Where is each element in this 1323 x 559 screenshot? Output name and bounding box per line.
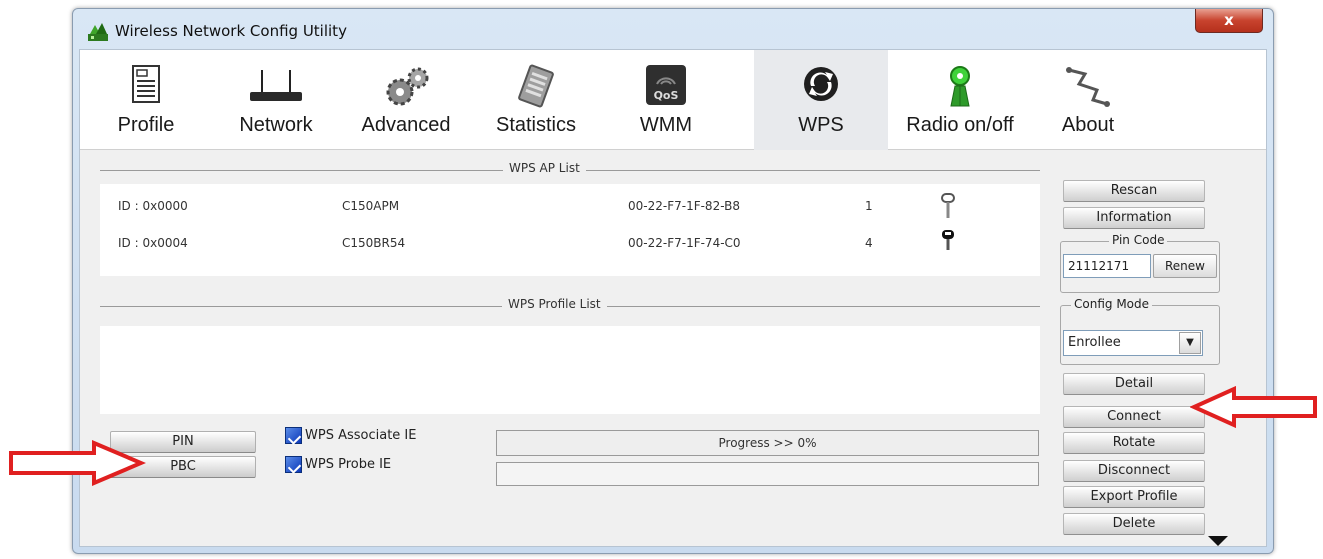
title-bar[interactable]: Wireless Network Config Utility x — [73, 9, 1273, 49]
wireless-app-icon — [88, 23, 108, 41]
renew-button[interactable]: Renew — [1153, 254, 1217, 278]
tab-radio-on-off[interactable]: Radio on/off — [892, 50, 1028, 150]
pin-code-field[interactable]: 21112171 — [1063, 254, 1151, 278]
rotate-button[interactable]: Rotate — [1063, 432, 1205, 454]
config-mode-select[interactable]: Enrollee ▼ — [1063, 330, 1203, 356]
annotation-arrow-left-icon — [1190, 386, 1317, 428]
ap-ssid: C150BR54 — [342, 236, 406, 250]
window-title: Wireless Network Config Utility — [115, 22, 347, 40]
table-row[interactable]: ID : 0x0004 C150BR54 00-22-F7-1F-74-C0 4 — [100, 222, 1040, 266]
tab-label: Statistics — [495, 114, 577, 136]
tab-wps[interactable]: WPS — [754, 50, 888, 150]
pin-code-group: Pin Code 21112171 Renew — [1060, 233, 1220, 293]
wps-profile-list-title: WPS Profile List — [502, 297, 607, 311]
config-mode-legend: Config Mode — [1071, 297, 1153, 311]
wmm-qos-icon: QoS — [646, 65, 686, 105]
wps-associate-ie-checkbox[interactable]: WPS Associate IE — [285, 427, 416, 444]
close-icon: x — [1224, 11, 1234, 29]
app-window: Wireless Network Config Utility x Profil… — [72, 8, 1274, 554]
wps-ap-list-title: WPS AP List — [503, 161, 586, 175]
qos-badge: QoS — [654, 89, 679, 102]
chevron-down-icon[interactable]: ▼ — [1179, 332, 1201, 354]
tab-label: Advanced — [361, 114, 451, 136]
ap-channel: 1 — [865, 199, 873, 213]
scroll-down-arrow-icon[interactable] — [1208, 536, 1228, 546]
lock-key-icon — [942, 230, 954, 250]
key-icon — [941, 193, 955, 218]
tab-statistics[interactable]: Statistics — [476, 50, 596, 150]
progress-text-field: Progress >> 0% — [496, 430, 1039, 456]
wps-probe-ie-checkbox[interactable]: WPS Probe IE — [285, 456, 391, 473]
about-icon — [1066, 67, 1110, 107]
statistics-icon — [518, 64, 554, 108]
annotation-arrow-right-icon — [9, 440, 146, 486]
gears-icon — [386, 67, 429, 106]
toolbar: Profile Network Advanced Statistics QoS … — [80, 50, 1266, 150]
wps-icon — [804, 67, 838, 101]
ap-bssid: 00-22-F7-1F-74-C0 — [628, 236, 741, 250]
tab-label: Network — [239, 114, 313, 136]
tab-profile[interactable]: Profile — [86, 50, 206, 150]
tab-label: Radio on/off — [906, 114, 1014, 136]
client-area: Profile Network Advanced Statistics QoS … — [79, 49, 1267, 547]
export-profile-button[interactable]: Export Profile — [1063, 486, 1205, 508]
disconnect-button[interactable]: Disconnect — [1063, 460, 1205, 482]
checkbox-label: WPS Probe IE — [305, 457, 392, 472]
progress-bar — [496, 462, 1039, 486]
delete-button[interactable]: Delete — [1063, 513, 1205, 535]
ap-channel: 4 — [865, 236, 873, 250]
wps-ap-list[interactable]: ID : 0x0000 C150APM 00-22-F7-1F-82-B8 1 … — [100, 184, 1040, 276]
tab-label: Profile — [117, 114, 175, 136]
tab-network[interactable]: Network — [216, 50, 336, 150]
pin-code-legend: Pin Code — [1109, 233, 1168, 247]
router-icon — [250, 70, 302, 101]
tab-advanced[interactable]: Advanced — [346, 50, 466, 150]
rescan-button[interactable]: Rescan — [1063, 180, 1205, 202]
profile-icon — [132, 65, 160, 103]
detail-button[interactable]: Detail — [1063, 373, 1205, 395]
tab-label: About — [1061, 114, 1115, 136]
checkbox-label: WPS Associate IE — [305, 428, 417, 443]
tab-about[interactable]: About — [1028, 50, 1148, 150]
radio-icon — [950, 66, 970, 107]
wps-profile-list[interactable] — [100, 326, 1040, 414]
checkbox-checked-icon[interactable] — [285, 427, 302, 444]
ap-bssid: 00-22-F7-1F-82-B8 — [628, 199, 740, 213]
config-mode-value: Enrollee — [1068, 335, 1121, 350]
information-button[interactable]: Information — [1063, 207, 1205, 229]
config-mode-group: Config Mode Enrollee ▼ — [1060, 297, 1220, 365]
ap-id: ID : 0x0000 — [118, 199, 188, 213]
ap-ssid: C150APM — [342, 199, 400, 213]
tab-label: WPS — [798, 114, 844, 136]
tab-label: WMM — [639, 114, 693, 136]
ap-id: ID : 0x0004 — [118, 236, 188, 250]
checkbox-checked-icon[interactable] — [285, 456, 302, 473]
tab-wmm[interactable]: QoS WMM — [606, 50, 726, 150]
close-button[interactable]: x — [1195, 9, 1263, 33]
connect-button[interactable]: Connect — [1063, 406, 1205, 428]
